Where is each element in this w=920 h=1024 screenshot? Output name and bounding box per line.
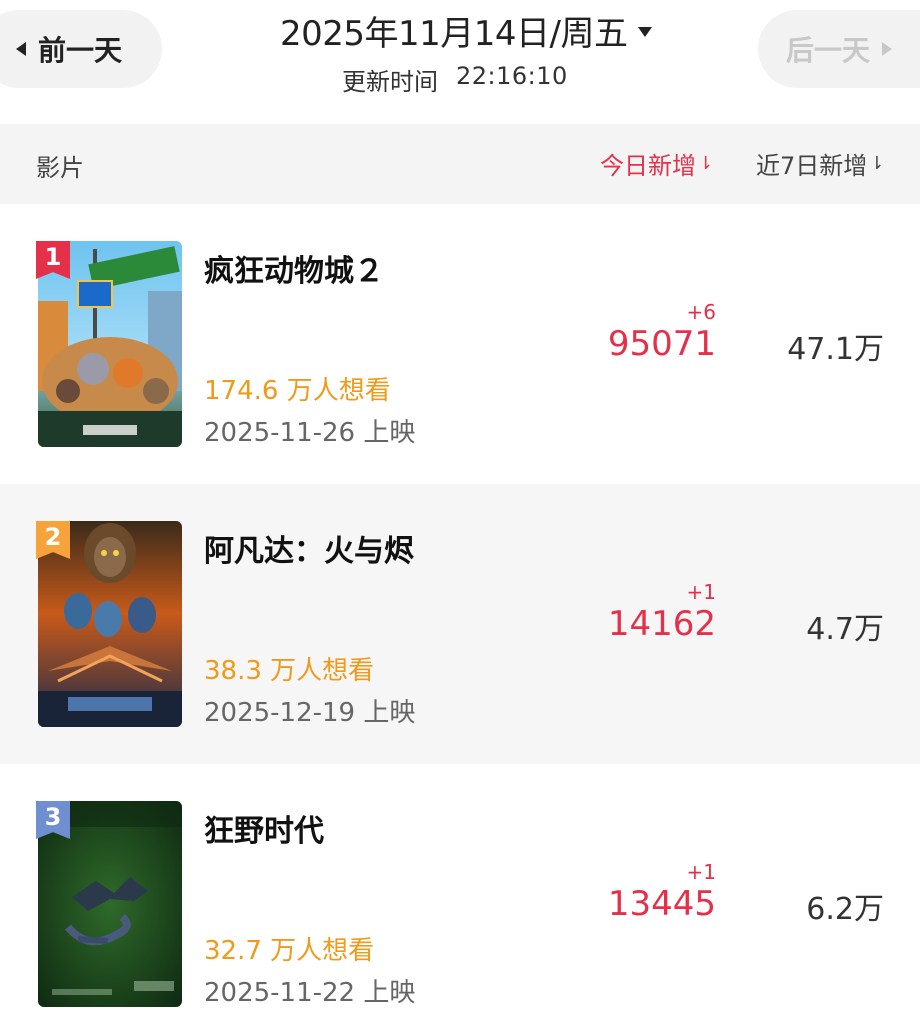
today-new-value: 13445 — [607, 884, 716, 924]
update-info: 更新时间 22:16:10 — [342, 62, 568, 97]
movie-row[interactable]: 3 狂野时代 32.7 万人想看 2025-11-22 上映 +1 13445 … — [0, 764, 920, 1024]
table-header: 影片 今日新增 ⇂ 近7日新增 ⇂ — [0, 124, 920, 204]
prev-day-label: 前一天 — [38, 34, 123, 67]
movie-row[interactable]: 2 阿凡达：火与烬 38.3 万人想看 2025-12-19 上映 +1 141… — [0, 484, 920, 764]
header-today-new: 今日新增 — [600, 152, 696, 180]
week-new-value: 4.7万 — [806, 612, 884, 647]
today-delta: +6 — [686, 300, 716, 324]
wish-count: 38.3 万人想看 — [204, 656, 375, 686]
wish-count: 32.7 万人想看 — [204, 936, 375, 966]
update-label: 更新时间 — [342, 68, 438, 96]
movie-row[interactable]: 1 疯狂动物城２ 174.6 万人想看 2025-11-26 上映 +6 950… — [0, 204, 920, 484]
today-new-value: 95071 — [607, 324, 716, 364]
prev-day-button[interactable]: 前一天 — [0, 10, 162, 88]
today-new-value: 14162 — [607, 604, 716, 644]
caret-down-icon — [637, 26, 652, 37]
movie-title: 狂野时代 — [204, 814, 324, 849]
next-day-button[interactable]: 后一天 — [758, 10, 920, 88]
chevron-right-icon — [882, 42, 893, 56]
sort-down-icon: ⇂ — [869, 153, 885, 174]
movie-title: 疯狂动物城２ — [204, 254, 384, 289]
date-selector[interactable]: 2025年11月14日/周五 — [280, 6, 652, 55]
week-new-value: 47.1万 — [787, 332, 884, 367]
wish-count: 174.6 万人想看 — [204, 376, 391, 406]
sort-today-new[interactable]: 今日新增 ⇂ — [600, 146, 713, 181]
date-nav-bar: 前一天 2025年11月14日/周五 更新时间 22:16:10 后一天 — [0, 0, 920, 112]
update-time: 22:16:10 — [456, 62, 568, 90]
sort-down-icon: ⇂ — [698, 153, 714, 174]
header-film: 影片 — [36, 154, 84, 182]
today-delta: +1 — [686, 580, 716, 604]
current-date: 2025年11月14日/周五 — [280, 14, 628, 54]
movie-title: 阿凡达：火与烬 — [204, 534, 414, 569]
next-day-label: 后一天 — [786, 34, 871, 67]
today-delta: +1 — [686, 860, 716, 884]
release-date: 2025-12-19 上映 — [204, 698, 416, 728]
release-date: 2025-11-26 上映 — [204, 418, 416, 448]
chevron-left-icon — [16, 42, 26, 56]
release-date: 2025-11-22 上映 — [204, 978, 416, 1008]
header-week-new: 近7日新增 — [756, 152, 868, 180]
sort-week-new[interactable]: 近7日新增 ⇂ — [756, 146, 884, 181]
week-new-value: 6.2万 — [806, 892, 884, 927]
